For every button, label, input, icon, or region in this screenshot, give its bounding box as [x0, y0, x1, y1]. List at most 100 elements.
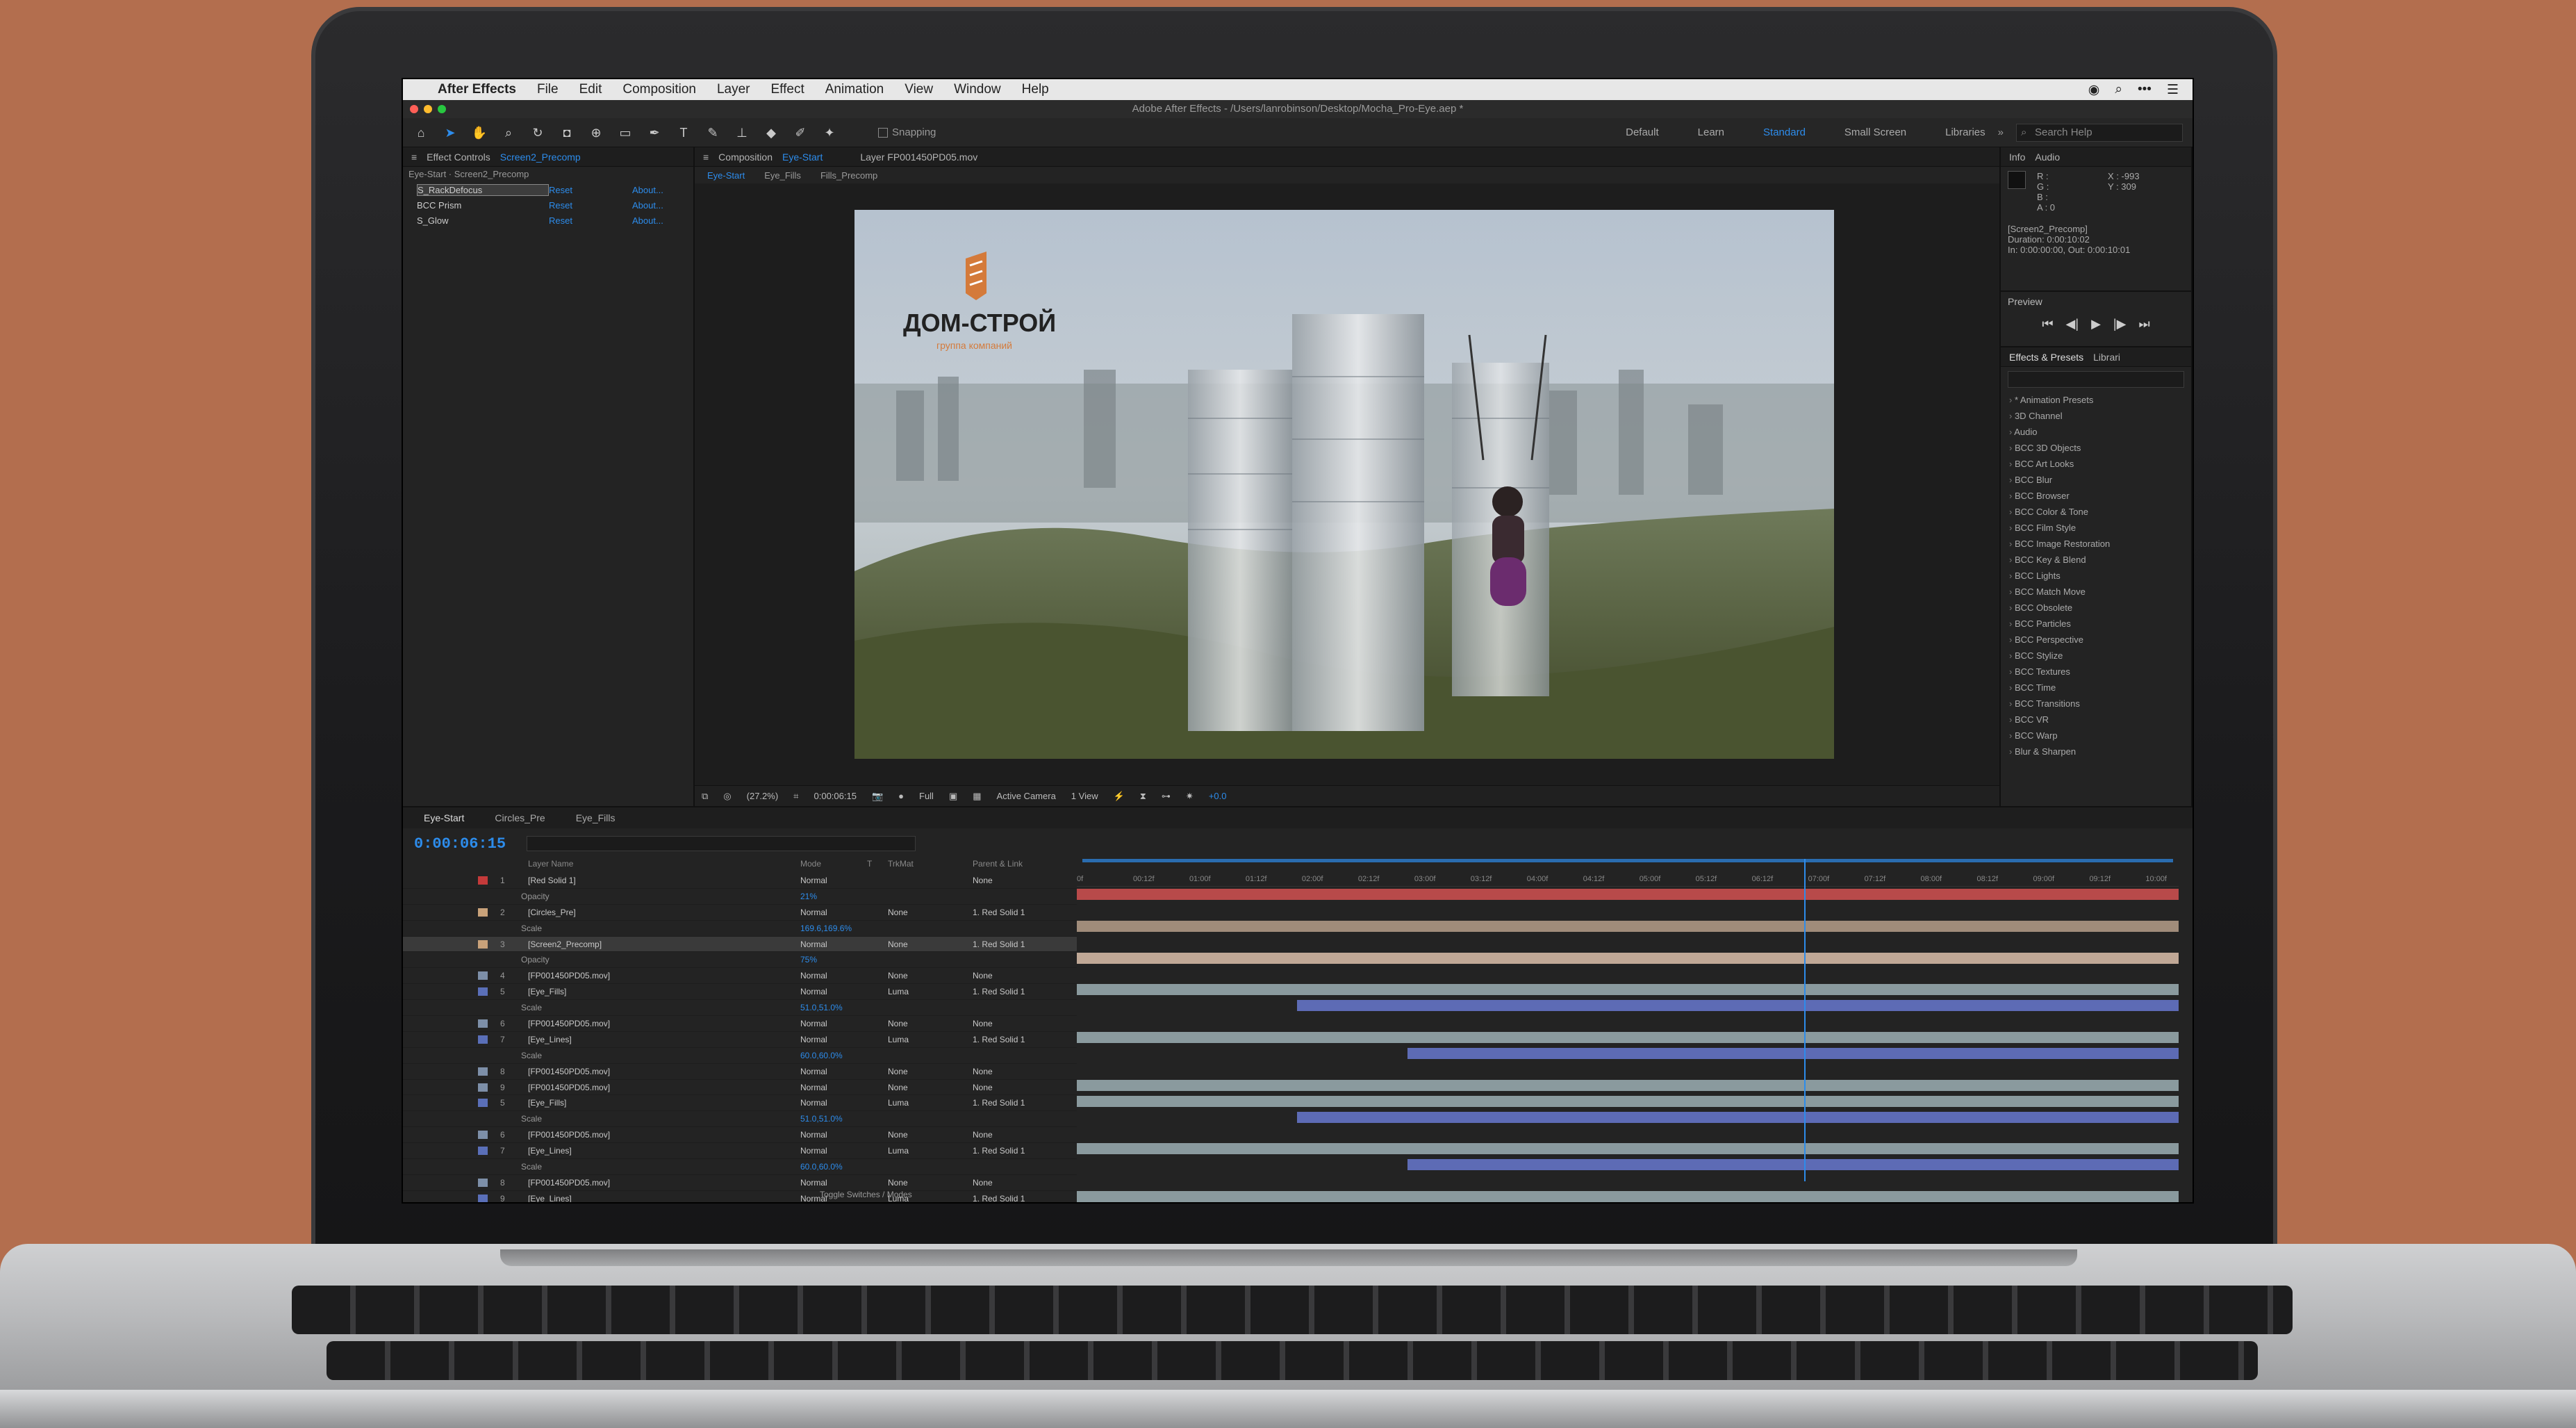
effect-reset-link[interactable]: Reset — [549, 200, 632, 211]
layer-row[interactable]: 7 [Eye_Lines] Normal Luma 1. Red Solid 1 — [403, 1032, 1077, 1048]
effects-category[interactable]: BCC Film Style — [2009, 520, 2191, 536]
layer-name[interactable]: [Eye_Lines] — [528, 1035, 572, 1044]
camera-tool-icon[interactable]: ◘ — [559, 124, 575, 141]
blend-mode-dropdown[interactable]: Normal — [800, 1130, 827, 1140]
blend-mode-dropdown[interactable]: Normal — [800, 1035, 827, 1044]
pen-tool-icon[interactable]: ✒ — [646, 124, 663, 141]
menu-window[interactable]: Window — [954, 82, 1001, 97]
timeline-tab-eye-start[interactable]: Eye-Start — [424, 812, 464, 823]
layer-duration-bar[interactable] — [1077, 920, 2179, 932]
breadcrumb-eye-fills[interactable]: Eye_Fills — [764, 170, 801, 181]
expand-icon[interactable]: » — [1998, 126, 2004, 138]
layer-name[interactable]: [Screen2_Precomp] — [528, 939, 602, 949]
region-icon[interactable]: ▣ — [949, 791, 957, 802]
camera-dropdown[interactable]: Active Camera — [997, 791, 1056, 801]
layer-name[interactable]: [FP001450PD05.mov] — [528, 971, 610, 980]
snapping-checkbox[interactable] — [878, 127, 888, 138]
close-window-button[interactable] — [410, 105, 418, 113]
first-frame-button[interactable]: ⏮ — [2042, 317, 2053, 331]
effect-name[interactable]: BCC Prism — [417, 200, 549, 211]
parent-dropdown[interactable]: None — [973, 876, 993, 885]
label-color[interactable] — [478, 1083, 488, 1092]
layer-name[interactable]: [FP001450PD05.mov] — [528, 1083, 610, 1092]
label-color[interactable] — [478, 1067, 488, 1076]
menu-composition[interactable]: Composition — [622, 82, 696, 97]
menu-file[interactable]: File — [537, 82, 559, 97]
zoom-dropdown[interactable]: (27.2%) — [747, 791, 779, 801]
work-area-bar[interactable] — [1082, 859, 2173, 862]
layer-row[interactable]: 6 [FP001450PD05.mov] Normal None None — [403, 1127, 1077, 1144]
spotlight-icon[interactable]: ⌕ — [2115, 82, 2122, 98]
next-frame-button[interactable]: |▶ — [2113, 317, 2127, 331]
layer-property-row[interactable]: Scale 51.0,51.0% — [403, 1111, 1077, 1128]
property-value[interactable]: 60.0,60.0% — [800, 1162, 843, 1172]
playhead[interactable] — [1803, 859, 1806, 1181]
layer-duration-bar[interactable] — [1407, 1159, 2179, 1171]
workspace-libraries[interactable]: Libraries — [1945, 126, 1985, 138]
effects-category[interactable]: BCC Obsolete — [2009, 600, 2191, 616]
minimize-window-button[interactable] — [424, 105, 432, 113]
effects-category[interactable]: BCC VR — [2009, 712, 2191, 728]
layer-name[interactable]: [FP001450PD05.mov] — [528, 1130, 610, 1140]
layer-name[interactable]: [Red Solid 1] — [528, 876, 576, 885]
layer-row[interactable]: 5 [Eye_Fills] Normal Luma 1. Red Solid 1 — [403, 1095, 1077, 1112]
layer-tab[interactable]: Layer FP001450PD05.mov — [860, 151, 977, 163]
panel-menu-icon[interactable]: ≡ — [411, 151, 417, 163]
composition-viewer[interactable]: ДОМ-СТРОЙ группа компаний — [854, 210, 1834, 759]
composition-target[interactable]: Eye-Start — [782, 151, 823, 163]
roto-brush-tool-icon[interactable]: ✐ — [792, 124, 809, 141]
workspace-small-screen[interactable]: Small Screen — [1844, 126, 1906, 138]
brush-tool-icon[interactable]: ✎ — [704, 124, 721, 141]
blend-mode-dropdown[interactable]: Normal — [800, 876, 827, 885]
more-icon[interactable]: ••• — [2138, 82, 2152, 98]
timeline-icon[interactable]: ⧗ — [1140, 791, 1146, 802]
effect-row[interactable]: S_Glow Reset About... — [403, 213, 693, 228]
label-color[interactable] — [478, 939, 488, 949]
label-color[interactable] — [478, 908, 488, 917]
col-t[interactable]: T — [867, 859, 872, 869]
col-trkmat[interactable]: TrkMat — [888, 859, 914, 869]
layer-name[interactable]: [Eye_Lines] — [528, 1146, 572, 1156]
snapshot-icon[interactable]: 📷 — [872, 791, 883, 802]
layer-property-row[interactable]: Opacity 21% — [403, 889, 1077, 905]
views-dropdown[interactable]: 1 View — [1071, 791, 1098, 801]
parent-dropdown[interactable]: None — [973, 1083, 993, 1092]
effects-category[interactable]: 3D Channel — [2009, 408, 2191, 424]
property-value[interactable]: 51.0,51.0% — [800, 1114, 843, 1124]
breadcrumb-fills-precomp[interactable]: Fills_Precomp — [820, 170, 877, 181]
exposure-icon[interactable]: ✷ — [1186, 791, 1194, 802]
layer-duration-bar[interactable] — [1407, 1048, 2179, 1059]
layer-property-row[interactable]: Scale 60.0,60.0% — [403, 1048, 1077, 1064]
layer-duration-bar[interactable] — [1297, 1000, 2179, 1012]
effects-category[interactable]: Blur & Sharpen — [2009, 744, 2191, 760]
blend-mode-dropdown[interactable]: Normal — [800, 1146, 827, 1156]
track-matte-dropdown[interactable]: None — [888, 971, 908, 980]
track-matte-dropdown[interactable]: None — [888, 908, 908, 917]
audio-tab[interactable]: Audio — [2035, 151, 2060, 163]
creative-cloud-icon[interactable]: ◉ — [2088, 82, 2100, 98]
layer-name[interactable]: [FP001450PD05.mov] — [528, 1019, 610, 1028]
blend-mode-dropdown[interactable]: Normal — [800, 939, 827, 949]
layer-duration-bar[interactable] — [1077, 1095, 2179, 1107]
effects-category[interactable]: BCC Transitions — [2009, 696, 2191, 712]
label-color[interactable] — [478, 1178, 488, 1187]
toggle-switches-modes[interactable]: Toggle Switches / Modes — [403, 1187, 2193, 1202]
layer-property-row[interactable]: Scale 51.0,51.0% — [403, 1000, 1077, 1017]
col-layer-name[interactable]: Layer Name — [528, 859, 573, 869]
eraser-tool-icon[interactable]: ◆ — [763, 124, 779, 141]
effects-category[interactable]: BCC Perspective — [2009, 632, 2191, 648]
effects-search-input[interactable] — [2008, 371, 2184, 388]
timeline-tab-eye-fills[interactable]: Eye_Fills — [576, 812, 616, 823]
label-color[interactable] — [478, 1019, 488, 1028]
fast-preview-icon[interactable]: ⚡ — [1114, 791, 1125, 802]
track-matte-dropdown[interactable]: Luma — [888, 1146, 909, 1156]
layer-name[interactable]: [FP001450PD05.mov] — [528, 1067, 610, 1076]
col-parent[interactable]: Parent & Link — [973, 859, 1023, 869]
label-color[interactable] — [478, 1035, 488, 1044]
layer-row[interactable]: 8 [FP001450PD05.mov] Normal None None — [403, 1064, 1077, 1080]
transparency-grid-icon[interactable]: ▦ — [973, 791, 981, 802]
layer-name[interactable]: [Eye_Fills] — [528, 987, 566, 996]
layer-duration-bar[interactable] — [1077, 952, 2179, 964]
effect-about-link[interactable]: About... — [632, 200, 663, 211]
hand-tool-icon[interactable]: ✋ — [471, 124, 488, 141]
